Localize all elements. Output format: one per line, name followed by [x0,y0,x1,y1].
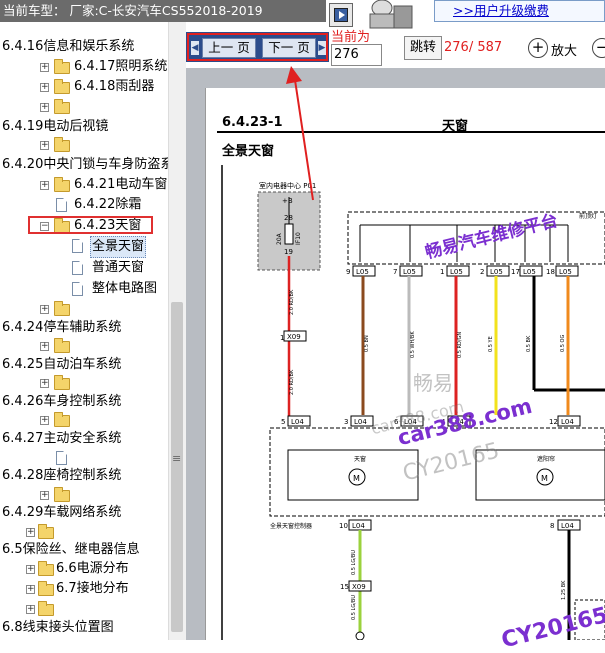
svg-text:15: 15 [340,583,349,591]
svg-text:0.5 OG: 0.5 OG [560,335,566,352]
svg-text:1.25 BK: 1.25 BK [561,580,567,600]
svg-text:1: 1 [440,268,444,276]
svg-text:12: 12 [549,418,558,426]
svg-text:X09: X09 [287,333,301,341]
svg-text:19: 19 [284,248,293,256]
svg-text:2: 2 [480,268,484,276]
svg-text:L04: L04 [291,418,304,426]
svg-text:L05: L05 [559,268,572,276]
svg-text:2.0 RD/BK: 2.0 RD/BK [289,289,295,315]
svg-text:L04: L04 [561,522,574,530]
svg-text:18: 18 [546,268,555,276]
svg-text:全景天窗控制器: 全景天窗控制器 [270,522,312,530]
svg-text:L05: L05 [523,268,536,276]
svg-text:3: 3 [344,418,348,426]
svg-text:X09: X09 [352,583,366,591]
svg-text:0.5 LG/BU: 0.5 LG/BU [351,595,357,620]
svg-text:28: 28 [284,214,293,222]
svg-text:M: M [541,474,548,483]
svg-text:0.5 BK: 0.5 BK [526,335,532,352]
svg-text:0.5 BN: 0.5 BN [364,335,370,352]
svg-text:遮阳帘: 遮阳帘 [537,455,555,463]
svg-text:20A: 20A [276,232,283,245]
svg-text:天窗: 天窗 [354,455,366,463]
svg-text:0.5 YE: 0.5 YE [488,336,494,352]
svg-text:L05: L05 [450,268,463,276]
svg-text:0.5 RD/GN: 0.5 RD/GN [457,332,463,358]
svg-text:M: M [353,474,360,483]
svg-text:9: 9 [346,268,350,276]
svg-text:L04: L04 [354,418,367,426]
svg-text:2.0 RD/BK: 2.0 RD/BK [289,369,295,395]
svg-text:IF10: IF10 [295,232,302,245]
svg-text:5: 5 [281,418,285,426]
svg-text:8: 8 [550,522,554,530]
svg-text:7: 7 [393,268,397,276]
wiring-diagram: 室内电器中心 P01 +B 28 20A IF10 19 2.0 RD/BK 1… [221,165,605,640]
svg-text:10: 10 [339,522,348,530]
svg-text:L04: L04 [561,418,574,426]
svg-text:17: 17 [511,268,520,276]
svg-text:0.5 LG/BU: 0.5 LG/BU [351,550,357,575]
pb-label: +B [282,197,293,205]
svg-text:0.5 WH/BK: 0.5 WH/BK [410,331,416,358]
svg-text:L04: L04 [352,522,365,530]
svg-text:L05: L05 [356,268,369,276]
watermark-text: 畅易 [413,371,453,395]
svg-text:L05: L05 [490,268,503,276]
svg-text:前顶灯: 前顶灯 [579,212,597,220]
p01-label: 室内电器中心 P01 [259,181,316,190]
svg-text:L05: L05 [403,268,416,276]
